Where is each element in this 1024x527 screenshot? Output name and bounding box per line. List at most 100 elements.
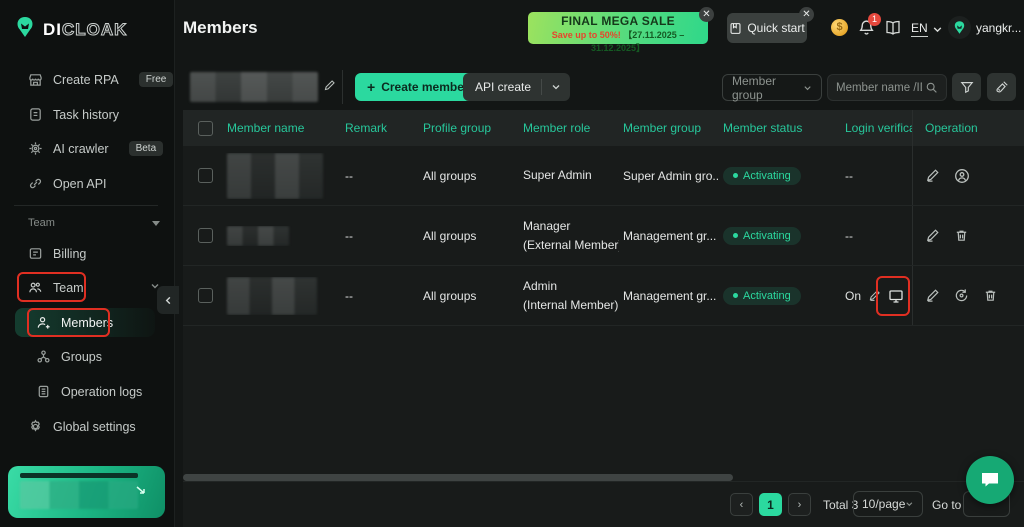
- sidebar-item-team[interactable]: Team: [28, 280, 160, 295]
- col-member-status: Member status: [723, 121, 803, 135]
- support-chat-button[interactable]: [966, 456, 1014, 504]
- sidebar-collapse-button[interactable]: [157, 286, 179, 314]
- sidebar-item-global-settings[interactable]: Global settings: [28, 419, 136, 434]
- page-size-value: 10/page: [862, 497, 906, 511]
- chevron-down-icon: [933, 26, 941, 32]
- operation-cell: [912, 266, 1024, 325]
- chevron-down-icon: [804, 85, 811, 90]
- api-create-button[interactable]: API create: [463, 73, 571, 101]
- sidebar-item-label: Task history: [53, 107, 119, 122]
- col-login-verification: Login verification: [845, 121, 912, 135]
- page-size-select[interactable]: 10/page: [853, 491, 923, 517]
- assign-user-icon[interactable]: [954, 168, 970, 184]
- sidebar-item-operation-logs[interactable]: Operation logs: [36, 384, 142, 399]
- operation-cell: [912, 146, 1024, 205]
- row-checkbox[interactable]: [197, 288, 213, 303]
- row-checkbox[interactable]: [197, 168, 213, 183]
- coin-icon[interactable]: $: [831, 19, 848, 36]
- status-badge: Activating: [723, 226, 801, 245]
- sidebar-item-groups[interactable]: Groups: [36, 349, 102, 364]
- billing-icon: [28, 246, 43, 261]
- quick-start-button[interactable]: Quick start: [727, 13, 807, 43]
- sidebar-item-label: AI crawler: [53, 141, 109, 156]
- sidebar-item-members[interactable]: Members: [36, 315, 113, 330]
- quick-start-close-icon[interactable]: ✕: [799, 7, 814, 22]
- free-badge: Free: [138, 72, 174, 87]
- filter-button[interactable]: [952, 73, 981, 101]
- sidebar-item-create-rpa[interactable]: Create RPA Free: [28, 72, 174, 87]
- chevron-left-icon: [165, 296, 170, 304]
- member-group-select[interactable]: Member group: [722, 73, 822, 102]
- remark-cell: --: [345, 168, 353, 183]
- sidebar-item-label: Open API: [53, 176, 107, 191]
- horizontal-scrollbar[interactable]: [183, 474, 733, 481]
- crawler-bug-icon: [28, 141, 43, 156]
- docs-button[interactable]: [884, 19, 902, 37]
- sidebar-item-billing[interactable]: Billing: [28, 246, 86, 261]
- create-member-button[interactable]: + Create member: [355, 73, 481, 101]
- prev-page-button[interactable]: ‹: [730, 493, 753, 516]
- select-all-checkbox[interactable]: [197, 120, 213, 136]
- goto-label: Go to: [932, 498, 962, 512]
- link-icon: [28, 176, 43, 191]
- member-role-cell: Super Admin: [523, 168, 592, 183]
- redacted-team-name: [190, 72, 318, 102]
- member-search-input[interactable]: [836, 81, 922, 94]
- filter-funnel-icon: [960, 82, 973, 94]
- table-row: -- All groups Super Admin Super Admin gr…: [183, 146, 1024, 206]
- status-dot-icon: [733, 233, 738, 238]
- search-icon[interactable]: [925, 81, 938, 94]
- member-group-placeholder: Member group: [732, 73, 777, 102]
- redacted-member-name: [227, 152, 323, 199]
- promo-card[interactable]: [8, 466, 165, 518]
- col-member-group: Member group: [623, 121, 702, 135]
- sale-banner-close-icon[interactable]: ✕: [699, 7, 714, 22]
- user-avatar[interactable]: [948, 16, 971, 39]
- delete-icon[interactable]: [983, 288, 998, 303]
- sidebar-item-label: Team: [53, 280, 84, 295]
- username-text[interactable]: yangkr...: [976, 21, 1022, 35]
- sidebar-item-ai-crawler[interactable]: AI crawler Beta: [28, 141, 164, 156]
- profile-group-cell: All groups: [423, 228, 477, 243]
- chevron-down-icon[interactable]: [542, 82, 570, 92]
- current-page-button[interactable]: 1: [759, 493, 782, 516]
- logo-wordmark: DICLOAK: [43, 19, 128, 39]
- sidebar-item-label: Create RPA: [53, 72, 119, 87]
- login-verification-cell: On: [841, 288, 912, 304]
- profile-group-cell: All groups: [423, 288, 477, 303]
- notification-count-badge: 1: [868, 13, 881, 26]
- col-member-name: Member name: [227, 121, 305, 135]
- table-row: -- All groups Admin (Internal Member) Man…: [183, 266, 1024, 326]
- status-dot-icon: [733, 173, 738, 178]
- monitor-icon[interactable]: [888, 288, 904, 304]
- edit-icon[interactable]: [925, 288, 940, 303]
- language-selector[interactable]: EN: [911, 21, 943, 37]
- avatar-logo-icon: [954, 21, 965, 34]
- row-checkbox[interactable]: [197, 228, 213, 243]
- sidebar-item-label: Billing: [53, 246, 87, 261]
- table-header-row: Member name Remark Profile group Member …: [183, 110, 1024, 146]
- col-member-role: Member role: [523, 120, 591, 135]
- sidebar-item-label: Members: [61, 315, 114, 330]
- edit-verification-icon[interactable]: [868, 289, 881, 302]
- section-label-text: Team: [28, 217, 55, 229]
- team-section-header[interactable]: Team: [28, 217, 160, 229]
- notification-bell[interactable]: 1: [858, 13, 881, 37]
- edit-team-name-icon[interactable]: [323, 79, 336, 97]
- operation-cell: [912, 206, 1024, 265]
- reset-password-icon[interactable]: [954, 288, 969, 303]
- sidebar-item-task-history[interactable]: Task history: [28, 107, 119, 122]
- edit-icon[interactable]: [925, 168, 940, 183]
- col-operation: Operation: [912, 110, 1024, 146]
- remark-cell: --: [345, 228, 353, 243]
- next-page-button[interactable]: ›: [788, 493, 811, 516]
- delete-icon[interactable]: [954, 228, 969, 243]
- member-role-cell: Admin (Internal Member): [523, 278, 619, 312]
- edit-icon[interactable]: [925, 228, 940, 243]
- sidebar-item-open-api[interactable]: Open API: [28, 176, 107, 191]
- sale-banner[interactable]: FINAL MEGA SALE Save up to 50%! 【27.11.2…: [528, 12, 708, 53]
- clear-filter-button[interactable]: [987, 73, 1016, 101]
- broom-icon: [995, 81, 1008, 93]
- app-logo[interactable]: DICLOAK: [13, 15, 127, 44]
- sidebar-item-label: Global settings: [53, 419, 136, 434]
